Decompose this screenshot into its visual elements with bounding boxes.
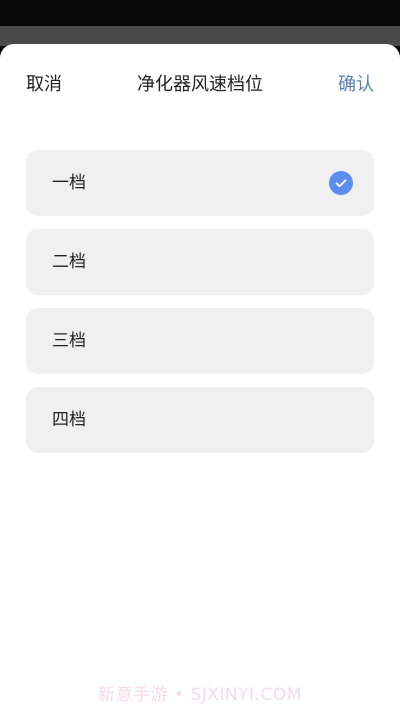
sheet-header: 取消 净化器风速档位 确认	[0, 44, 400, 128]
option-label: 四档	[52, 410, 86, 430]
check-circle-icon	[329, 171, 353, 195]
option-label: 一档	[52, 173, 86, 193]
watermark: 新意手游 • SJXINYI.COM	[98, 685, 302, 705]
background-dim	[0, 26, 400, 46]
option-speed-3[interactable]: 三档	[26, 308, 374, 374]
fan-speed-options: 一档 二档 三档 四档	[26, 150, 374, 466]
confirm-button[interactable]: 确认	[338, 72, 374, 98]
option-speed-2[interactable]: 二档	[26, 229, 374, 295]
option-label: 二档	[52, 252, 86, 272]
option-speed-1[interactable]: 一档	[26, 150, 374, 216]
option-label: 三档	[52, 331, 86, 351]
screen: 取消 净化器风速档位 确认 一档 二档 三档 四档 新意手游 • SJXINYI…	[0, 0, 400, 711]
bottom-sheet: 取消 净化器风速档位 确认 一档 二档 三档 四档 新意手游 • SJXINYI…	[0, 44, 400, 711]
option-speed-4[interactable]: 四档	[26, 387, 374, 453]
